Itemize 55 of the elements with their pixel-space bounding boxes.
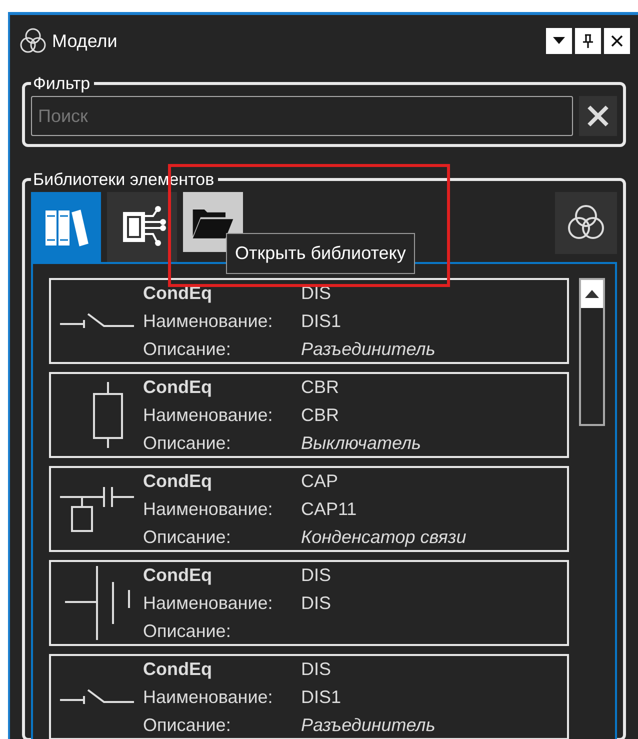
field-label: Наименование:: [143, 404, 274, 427]
element-name: DIS: [301, 592, 332, 615]
disconnector-symbol-icon: [63, 564, 131, 642]
element-class: CondEq: [143, 658, 213, 681]
close-icon: [609, 33, 625, 49]
element-type: DIS: [301, 564, 332, 587]
field-label: Наименование:: [143, 310, 274, 333]
element-type: CAP: [301, 470, 340, 493]
field-label: Описание:: [143, 620, 232, 643]
models-button[interactable]: [555, 192, 617, 254]
field-label: Наименование:: [143, 686, 274, 709]
pin-icon: [580, 33, 596, 49]
element-name: CBR: [301, 404, 340, 427]
element-card[interactable]: CondEq DIS Наименование: DIS1 Описание: Разъединитель: [49, 278, 569, 364]
element-card[interactable]: CondEq DIS Наименование: DIS1 Описание: Разъединитель: [49, 654, 569, 739]
element-card[interactable]: CondEq DIS Наименование: DIS Описание:: [49, 560, 569, 646]
element-name: DIS1: [301, 686, 342, 709]
close-button[interactable]: [604, 28, 630, 54]
switch-symbol-icon: [58, 312, 136, 330]
field-label: Описание:: [143, 338, 232, 361]
library-tab[interactable]: [107, 192, 177, 262]
window-title: Модели: [52, 30, 118, 53]
element-description: Выключатель: [301, 432, 421, 455]
element-description: Разъединитель: [301, 714, 436, 737]
clear-button[interactable]: [579, 96, 617, 136]
field-label: Описание:: [143, 526, 232, 549]
capacitor-symbol-icon: [58, 485, 136, 533]
field-label: Описание:: [143, 714, 232, 737]
element-class: CondEq: [143, 282, 213, 305]
element-class: CondEq: [143, 376, 213, 399]
tooltip: Открыть библиотеку: [226, 233, 415, 274]
breaker-symbol-icon: [92, 380, 124, 450]
element-card[interactable]: CondEq CAP Наименование: CAP11 Описание: Конденсатор связи: [49, 466, 569, 552]
search-field[interactable]: Поиск: [31, 96, 573, 136]
element-card[interactable]: CondEq CBR Наименование: CBR Описание: Выключатель: [49, 372, 569, 458]
element-name: CAP11: [301, 498, 358, 521]
pin-button[interactable]: [575, 28, 601, 54]
scroll-up-button[interactable]: [581, 280, 603, 308]
field-label: Наименование:: [143, 498, 274, 521]
menu-button[interactable]: [546, 28, 572, 54]
close-icon: [586, 104, 610, 128]
element-description: Конденсатор связи: [301, 526, 466, 549]
element-description: Разъединитель: [301, 338, 436, 361]
element-class: CondEq: [143, 564, 213, 587]
field-label: Наименование:: [143, 592, 274, 615]
switch-symbol-icon: [58, 688, 136, 706]
element-type: DIS: [301, 282, 332, 305]
element-name: DIS1: [301, 310, 342, 333]
element-type: CBR: [301, 376, 340, 399]
group-label: Фильтр: [32, 75, 92, 92]
scrollbar[interactable]: [579, 278, 605, 426]
element-type: DIS: [301, 658, 332, 681]
triangle-up-icon: [585, 290, 599, 298]
element-class: CondEq: [143, 470, 213, 493]
field-label: Описание:: [143, 432, 232, 455]
